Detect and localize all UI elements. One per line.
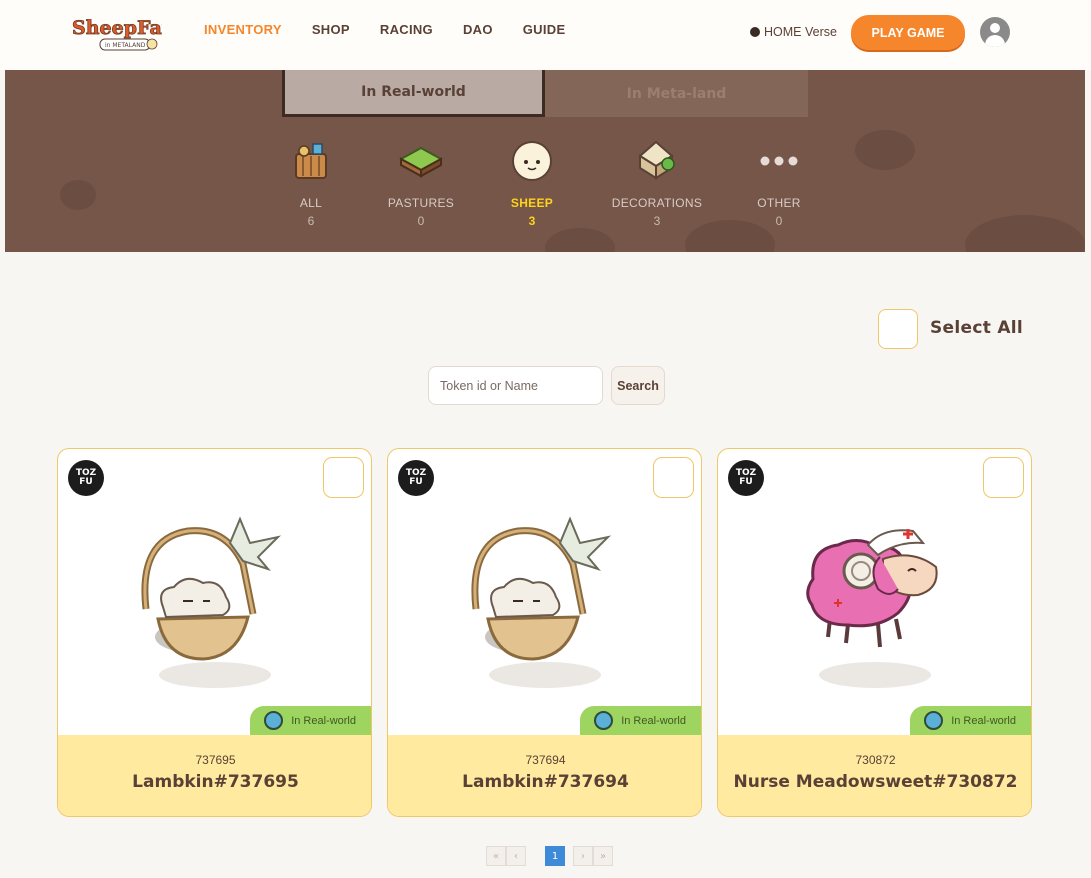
verse-label: HOME Verse (764, 25, 837, 39)
category-pastures[interactable]: PASTURES 0 (371, 138, 471, 228)
tozfu-badge-icon: TOZ FU (68, 460, 104, 496)
inventory-card[interactable]: TOZ FU In Real-world 730872 Nurse Meadow… (717, 448, 1032, 817)
inventory-card[interactable]: TOZ FU In Real-world 737695 Lambkin#7376… (57, 448, 372, 817)
card-select-checkbox[interactable] (983, 457, 1024, 498)
lambkin-basket-image (388, 509, 701, 689)
select-all-checkbox[interactable] (878, 309, 918, 349)
tozfu-badge-icon: TOZ FU (398, 460, 434, 496)
sheepfarm-logo[interactable]: SheepFarm in METALAND (70, 10, 192, 54)
sheep-icon (509, 138, 555, 184)
globe-icon (594, 711, 614, 730)
location-badge: In Real-world (910, 706, 1031, 735)
card-name: Nurse Meadowsweet#730872 (733, 772, 1018, 792)
house-icon (634, 138, 680, 184)
top-header: SheepFarm in METALAND INVENTORY SHOP RAC… (0, 0, 1091, 70)
token-id: 730872 (855, 753, 896, 767)
tozfu-badge-icon: TOZ FU (728, 460, 764, 496)
grass-tile-icon (398, 138, 444, 184)
nurse-sheep-image (718, 509, 1031, 689)
verse-selector[interactable]: HOME Verse (750, 25, 837, 39)
card-footer: 730872 Nurse Meadowsweet#730872 (718, 735, 1031, 816)
lambkin-basket-image (58, 509, 371, 689)
tab-real-world[interactable]: In Real-world (282, 70, 545, 117)
nav-guide[interactable]: GUIDE (523, 22, 566, 37)
card-name: Lambkin#737695 (132, 772, 299, 792)
pagination: « ‹ 1 › » (486, 846, 613, 866)
globe-icon (924, 711, 944, 730)
svg-text:in METALAND: in METALAND (105, 42, 146, 49)
card-name: Lambkin#737694 (462, 772, 629, 792)
user-avatar-icon[interactable] (980, 17, 1010, 47)
nav-dao[interactable]: DAO (463, 22, 493, 37)
tab-meta-land[interactable]: In Meta-land (545, 70, 808, 117)
card-select-checkbox[interactable] (323, 457, 364, 498)
prev-page-button[interactable]: ‹ (506, 846, 526, 866)
inventory-card[interactable]: TOZ FU In Real-world 737694 Lambkin#7376… (387, 448, 702, 817)
location-badge: In Real-world (250, 706, 371, 735)
next-page-button[interactable]: › (573, 846, 593, 866)
token-id: 737695 (195, 753, 236, 767)
nav-inventory[interactable]: INVENTORY (204, 22, 282, 37)
category-sheep[interactable]: SHEEP 3 (482, 138, 582, 228)
select-all-label[interactable]: Select All (930, 318, 1023, 338)
play-game-button[interactable]: PLAY GAME (851, 15, 965, 50)
verse-icon (750, 27, 760, 37)
globe-icon (264, 711, 284, 730)
card-footer: 737695 Lambkin#737695 (58, 735, 371, 816)
page-1-button[interactable]: 1 (545, 846, 565, 866)
first-page-button[interactable]: « (486, 846, 506, 866)
basket-icon (288, 138, 334, 184)
card-select-checkbox[interactable] (653, 457, 694, 498)
search-input[interactable] (428, 366, 603, 405)
main-nav: INVENTORY SHOP RACING DAO GUIDE (204, 22, 595, 37)
location-badge: In Real-world (580, 706, 701, 735)
nav-racing[interactable]: RACING (380, 22, 433, 37)
category-decorations[interactable]: DECORATIONS 3 (607, 138, 707, 228)
category-other[interactable]: OTHER 0 (729, 138, 829, 228)
more-icon (756, 138, 802, 184)
inventory-banner: In Real-world In Meta-land ALL 6 PASTURE… (5, 70, 1085, 252)
last-page-button[interactable]: » (593, 846, 613, 866)
category-all[interactable]: ALL 6 (261, 138, 361, 228)
token-id: 737694 (525, 753, 566, 767)
nav-shop[interactable]: SHOP (312, 22, 350, 37)
card-footer: 737694 Lambkin#737694 (388, 735, 701, 816)
svg-text:SheepFarm: SheepFarm (72, 17, 162, 39)
search-button[interactable]: Search (611, 366, 665, 405)
